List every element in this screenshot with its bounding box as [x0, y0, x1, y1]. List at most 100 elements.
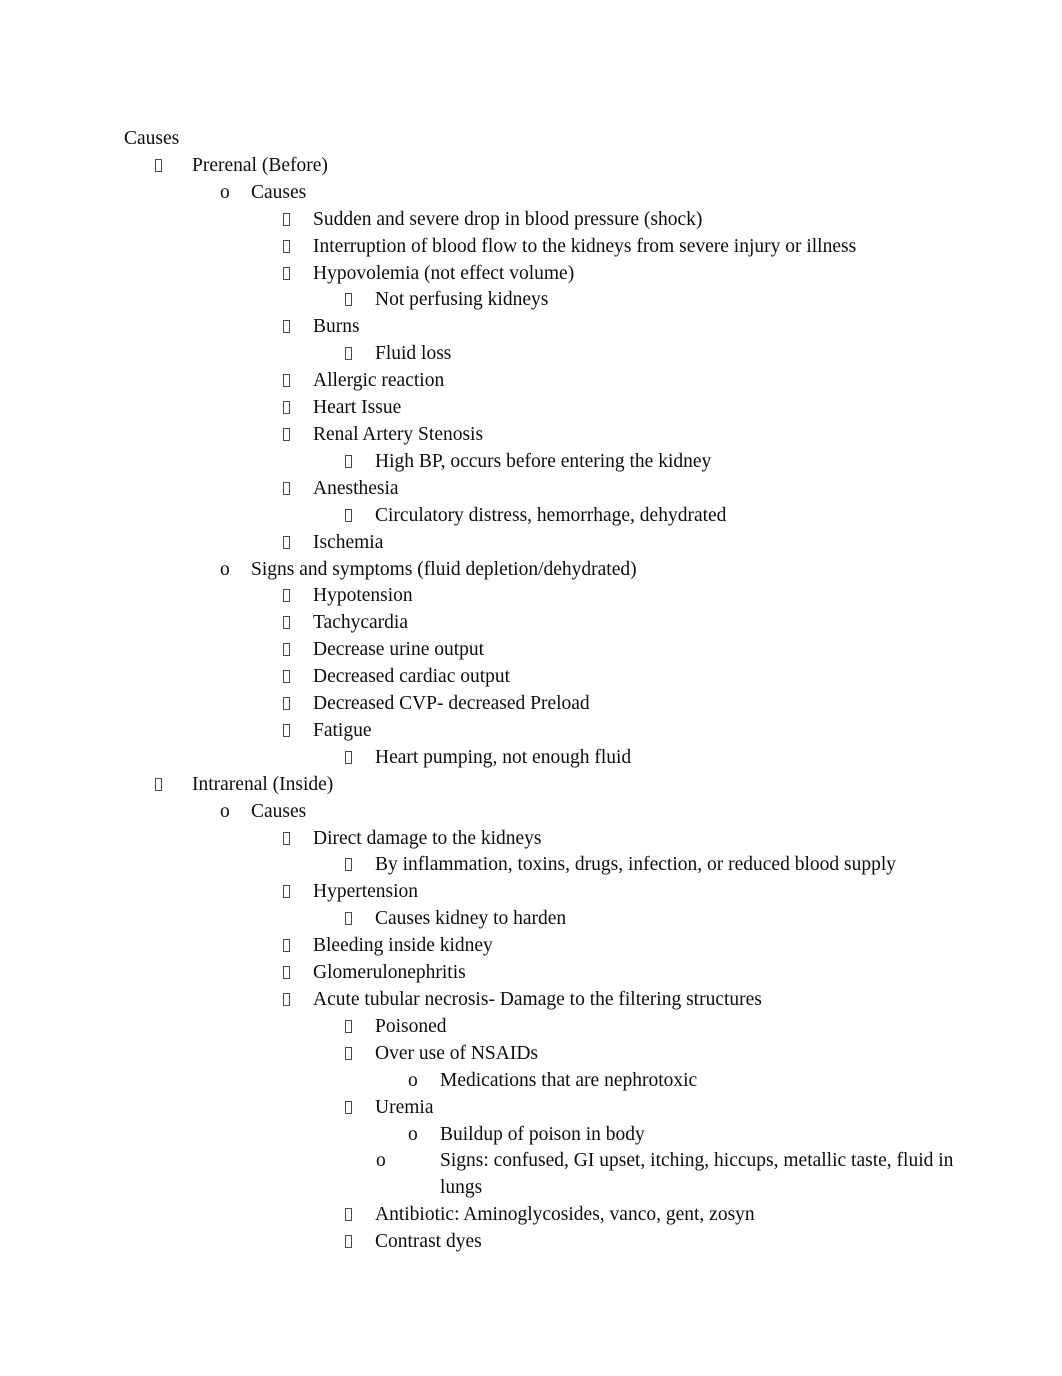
tofu-box-glyph [345, 1046, 352, 1060]
outline-line-text: Burns [313, 316, 360, 338]
outline-line: o Signs: confused, GI upset, itching, hic… [0, 1148, 980, 1202]
outline-line-text: Causes kidney to harden [375, 908, 567, 930]
tofu-box-glyph [345, 750, 352, 764]
bullet-o-marker: o [220, 800, 230, 822]
bullet-tofu-icon [283, 691, 313, 718]
outline-line: Uremia [0, 1095, 1062, 1122]
outline-line: Interruption of blood flow to the kidney… [0, 234, 1062, 261]
bullet-tofu-icon [283, 207, 313, 234]
tofu-box-glyph [283, 643, 290, 657]
bullet-tofu-icon [283, 933, 313, 960]
outline-line-text: Prerenal (Before) [192, 154, 328, 176]
tofu-box-glyph [283, 589, 290, 603]
tofu-box-glyph [283, 616, 290, 630]
tofu-box-glyph [345, 347, 352, 361]
bullet-tofu-icon [283, 476, 313, 503]
bullet-tofu-icon [345, 287, 375, 314]
outline-line: Heart pumping, not enough fluid [0, 745, 1062, 772]
outline-line-text: Direct damage to the kidneys [313, 827, 542, 849]
outline-line-text: Fatigue [313, 719, 372, 741]
bullet-tofu-icon [345, 1014, 375, 1041]
tofu-box-glyph [283, 535, 290, 549]
tofu-box-glyph [283, 939, 290, 953]
outline-line: Anesthesia [0, 476, 1062, 503]
outline-line-text: Decreased cardiac output [313, 666, 511, 688]
outline-line: Causes kidney to harden [0, 906, 1062, 933]
bullet-tofu-icon [345, 1095, 375, 1122]
document-page: Causes Prerenal (Before) o Causes Sudden and… [0, 0, 1062, 1376]
outline-line: By inflammation, toxins, drugs, infectio… [0, 852, 1062, 879]
tofu-box-glyph [283, 374, 290, 388]
bullet-tofu-icon [345, 503, 375, 530]
outline-line: Antibiotic: Aminoglycosides, vanco, gent… [0, 1202, 1062, 1229]
tofu-box-glyph [283, 993, 290, 1006]
tofu-box-glyph [283, 401, 290, 415]
outline-line-text: Heart pumping, not enough fluid [375, 746, 632, 768]
outline-line: Fluid loss [0, 341, 1062, 368]
outline-line: Hypovolemia (not effect volume) [0, 261, 1062, 288]
bullet-tofu-icon [345, 906, 375, 933]
tofu-box-glyph [345, 1235, 352, 1249]
bullet-tofu-icon [283, 395, 313, 422]
tofu-box-glyph [345, 454, 352, 468]
outline-line: o Causes [0, 799, 1062, 826]
outline-line-text: Fluid loss [375, 343, 452, 365]
bullet-tofu-icon [283, 879, 313, 906]
bullet-tofu-icon [345, 745, 375, 772]
bullet-o-marker: o [376, 1150, 386, 1172]
outline-line: o Signs and symptoms (fluid depletion/deh… [0, 557, 1062, 584]
outline-line: Renal Artery Stenosis [0, 422, 1062, 449]
bullet-o-marker: o [220, 558, 230, 580]
outline-line-text: Signs: confused, GI upset, itching, hicc… [440, 1150, 954, 1199]
bullet-tofu-icon [283, 530, 313, 557]
tofu-box-glyph [283, 697, 290, 711]
outline-line: Bleeding inside kidney [0, 933, 1062, 960]
outline-line-text: Allergic reaction [313, 370, 445, 392]
outline-line-text: Medications that are nephrotoxic [440, 1069, 698, 1091]
outline-line: Burns [0, 314, 1062, 341]
outline-line: Ischemia [0, 530, 1062, 557]
tofu-box-glyph [283, 427, 290, 441]
outline-line-text: Decreased CVP- decreased Preload [313, 693, 590, 715]
outline-line-text: Bleeding inside kidney [313, 935, 493, 957]
tofu-box-glyph [345, 912, 352, 926]
outline-line: Allergic reaction [0, 368, 1062, 395]
outline-line-text: Antibiotic: Aminoglycosides, vanco, gent… [375, 1204, 755, 1226]
bullet-tofu-icon [283, 234, 313, 261]
tofu-box-glyph [283, 266, 290, 280]
outline-line: Tachycardia [0, 610, 1062, 637]
tofu-box-glyph [283, 723, 290, 737]
tofu-box-glyph [345, 508, 352, 522]
outline-line: Acute tubular necrosis- Damage to the fi… [0, 987, 1062, 1014]
bullet-tofu-icon [283, 583, 313, 610]
outline-line-text: Signs and symptoms (fluid depletion/dehy… [251, 558, 637, 580]
outline-line: Poisoned [0, 1014, 1062, 1041]
outline-line-text: Causes [251, 800, 307, 822]
tofu-box-glyph [283, 831, 290, 845]
outline-line-text: Hypertension [313, 881, 419, 903]
outline-line-text: Renal Artery Stenosis [313, 423, 484, 445]
outline-line: o Causes [0, 180, 1062, 207]
outline-line: Decrease urine output [0, 637, 1062, 664]
bullet-tofu-icon [345, 1041, 375, 1068]
bullet-tofu-icon [345, 852, 375, 879]
tofu-box-glyph [283, 212, 290, 226]
outline-line-text: Acute tubular necrosis- Damage to the fi… [313, 989, 762, 1010]
bullet-tofu-icon [283, 610, 313, 637]
outline-line-text: Uremia [375, 1096, 434, 1118]
tofu-box-glyph [155, 158, 162, 172]
bullet-tofu-icon [283, 664, 313, 691]
tofu-box-glyph [283, 670, 290, 684]
tofu-box-glyph [345, 1100, 352, 1114]
outline-line-text: Decrease urine output [313, 639, 485, 661]
outline-line: o Medications that are nephrotoxic [0, 1068, 1062, 1095]
tofu-box-glyph [283, 239, 290, 253]
outline-line-text: Hypovolemia (not effect volume) [313, 262, 575, 284]
bullet-tofu-icon [283, 718, 313, 745]
outline-line: Decreased cardiac output [0, 664, 1062, 691]
tofu-box-glyph [283, 966, 290, 980]
bullet-tofu-icon [283, 314, 313, 341]
outline-line: Fatigue [0, 718, 1062, 745]
outline-line: Not perfusing kidneys [0, 287, 1062, 314]
outline-line-text: Hypotension [313, 585, 413, 607]
